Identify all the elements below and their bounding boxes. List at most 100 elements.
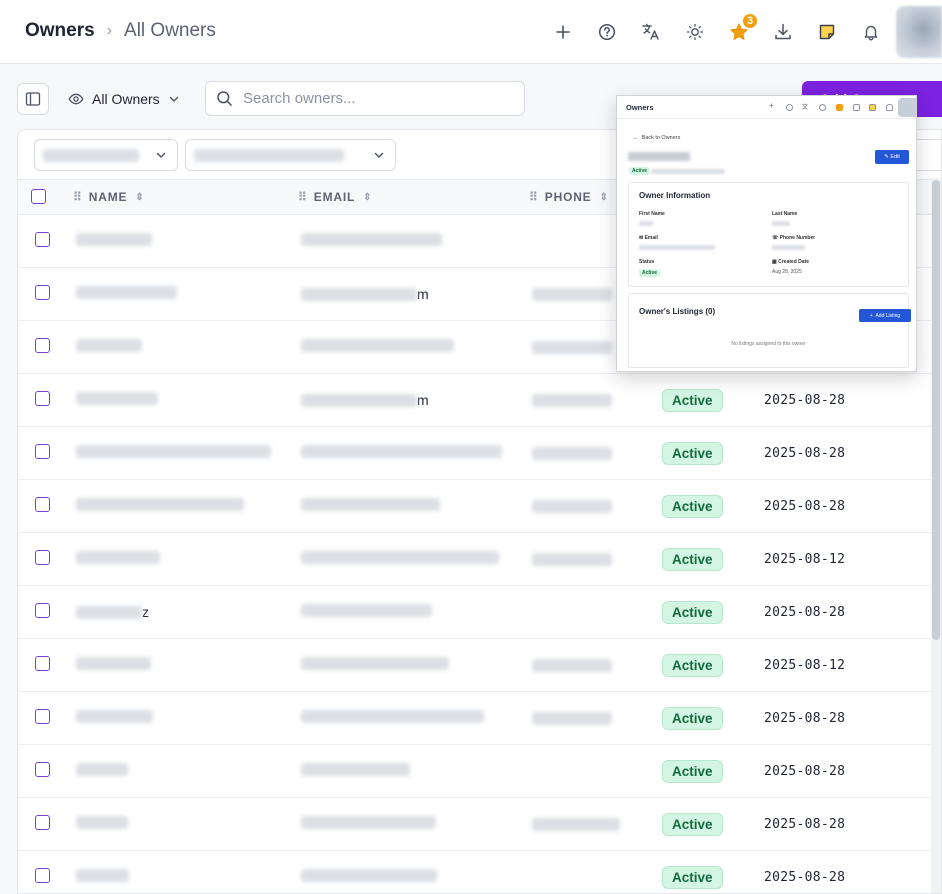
table-row[interactable]: Active 2025-08-12 bbox=[18, 533, 941, 586]
edit-label: Edit bbox=[890, 154, 900, 160]
table-row[interactable]: Active 2025-08-28 bbox=[18, 798, 941, 851]
scrollbar-thumb[interactable] bbox=[932, 180, 940, 640]
name-redacted bbox=[76, 816, 128, 829]
created-date-cell: 2025-08-28 bbox=[764, 446, 846, 461]
table-row[interactable]: Active 2025-08-28 bbox=[18, 427, 941, 480]
column-label: PHONE bbox=[544, 190, 592, 204]
owner-phone-cell bbox=[532, 341, 612, 359]
phone-redacted bbox=[532, 394, 612, 407]
owner-name-cell[interactable] bbox=[76, 869, 129, 882]
owner-name-cell[interactable] bbox=[76, 710, 153, 723]
add-listing-label: Add Listing bbox=[875, 312, 901, 319]
phone-redacted bbox=[532, 659, 612, 672]
owner-name-cell[interactable] bbox=[76, 286, 177, 299]
owner-name-cell[interactable] bbox=[76, 498, 244, 511]
table-row[interactable]: z Active 2025-08-28 bbox=[18, 586, 941, 639]
filter-dropdown-2[interactable] bbox=[185, 139, 396, 171]
user-avatar[interactable] bbox=[896, 6, 942, 58]
email-redacted bbox=[301, 339, 454, 352]
owner-preview-thumbnail[interactable]: Owners + 文 ← Back to Owners Active ✎ Edi… bbox=[616, 95, 917, 372]
name-redacted bbox=[76, 445, 271, 458]
select-all-checkbox[interactable] bbox=[31, 189, 46, 204]
row-checkbox[interactable] bbox=[35, 285, 50, 300]
row-checkbox[interactable] bbox=[35, 868, 50, 883]
row-checkbox[interactable] bbox=[35, 603, 50, 618]
sort-icon[interactable]: ⇕ bbox=[363, 192, 372, 203]
table-row[interactable]: Active 2025-08-28 bbox=[18, 692, 941, 745]
owner-name-cell[interactable] bbox=[76, 445, 271, 458]
owner-subtitle-redacted bbox=[651, 169, 725, 174]
chevron-down-icon bbox=[374, 152, 384, 158]
view-selector[interactable]: All Owners bbox=[68, 88, 180, 110]
search-icon bbox=[217, 91, 232, 106]
column-header-email[interactable]: ⠿ EMAIL ⇕ bbox=[298, 190, 372, 204]
row-checkbox[interactable] bbox=[35, 338, 50, 353]
row-checkbox[interactable] bbox=[35, 497, 50, 512]
table-row[interactable]: Active 2025-08-28 bbox=[18, 480, 941, 533]
phone-redacted bbox=[532, 553, 612, 566]
created-date-cell: 2025-08-28 bbox=[764, 870, 846, 885]
owner-name-cell[interactable] bbox=[76, 233, 152, 246]
download-icon[interactable] bbox=[771, 20, 795, 44]
created-label-text: Created Date bbox=[778, 259, 809, 265]
email-redacted bbox=[301, 287, 417, 301]
toggle-sidebar-button[interactable] bbox=[17, 83, 49, 115]
created-date-cell: 2025-08-12 bbox=[764, 552, 846, 567]
table-row[interactable]: Active 2025-08-12 bbox=[18, 639, 941, 692]
table-row[interactable]: Active 2025-08-28 bbox=[18, 851, 941, 893]
sun-icon[interactable] bbox=[683, 20, 707, 44]
column-header-phone[interactable]: ⠿ PHONE ⇕ bbox=[529, 190, 609, 204]
view-selector-label: All Owners bbox=[92, 91, 160, 107]
owner-name-cell[interactable] bbox=[76, 392, 158, 405]
phone-value-redacted bbox=[772, 245, 805, 250]
row-checkbox[interactable] bbox=[35, 709, 50, 724]
email-value-redacted bbox=[639, 245, 715, 250]
created-date-cell: 2025-08-28 bbox=[764, 711, 846, 726]
page-title: All Owners bbox=[124, 20, 216, 41]
owner-name-cell[interactable] bbox=[76, 763, 128, 776]
filter-dropdown-1[interactable] bbox=[34, 139, 178, 171]
row-checkbox[interactable] bbox=[35, 232, 50, 247]
column-label: EMAIL bbox=[313, 190, 356, 204]
owner-information-section: Owner Information First Name Last Name ✉… bbox=[628, 182, 909, 287]
row-checkbox[interactable] bbox=[35, 444, 50, 459]
drag-handle-icon[interactable]: ⠿ bbox=[298, 190, 307, 204]
sort-icon[interactable]: ⇕ bbox=[599, 192, 608, 203]
column-header-name[interactable]: ⠿ NAME ⇕ bbox=[73, 190, 145, 204]
help-icon bbox=[786, 104, 793, 111]
table-row[interactable]: Active 2025-08-28 bbox=[18, 745, 941, 798]
plus-icon[interactable] bbox=[551, 20, 575, 44]
email-redacted bbox=[301, 763, 410, 776]
owner-email-cell bbox=[301, 445, 502, 458]
row-checkbox[interactable] bbox=[35, 762, 50, 777]
sort-icon[interactable]: ⇕ bbox=[135, 192, 144, 203]
back-label: Back to Owners bbox=[641, 135, 681, 141]
owner-name-cell[interactable] bbox=[76, 657, 151, 670]
table-row[interactable]: m Active 2025-08-28 bbox=[18, 374, 941, 427]
drag-handle-icon[interactable]: ⠿ bbox=[73, 190, 82, 204]
owner-name-cell[interactable] bbox=[76, 339, 142, 352]
search-input[interactable] bbox=[243, 90, 503, 107]
breadcrumb-root[interactable]: Owners bbox=[25, 20, 95, 42]
owner-name-cell[interactable] bbox=[76, 551, 160, 564]
email-redacted bbox=[301, 393, 417, 407]
row-checkbox[interactable] bbox=[35, 656, 50, 671]
bell-icon[interactable] bbox=[859, 20, 883, 44]
email-redacted bbox=[301, 604, 432, 617]
row-checkbox[interactable] bbox=[35, 550, 50, 565]
owner-phone-cell bbox=[532, 500, 612, 518]
name-redacted bbox=[76, 392, 158, 405]
add-listing-button: + Add Listing bbox=[859, 309, 911, 322]
owner-phone-cell bbox=[532, 818, 620, 836]
help-icon[interactable] bbox=[595, 20, 619, 44]
owner-name-cell[interactable] bbox=[76, 816, 128, 829]
star-icon bbox=[836, 104, 843, 111]
owner-email-cell bbox=[301, 604, 432, 617]
owner-name-cell[interactable]: z bbox=[76, 604, 149, 620]
drag-handle-icon[interactable]: ⠿ bbox=[529, 190, 538, 204]
row-checkbox[interactable] bbox=[35, 391, 50, 406]
row-checkbox[interactable] bbox=[35, 815, 50, 830]
sticky-note-icon[interactable] bbox=[815, 20, 839, 44]
owner-phone-cell bbox=[532, 553, 612, 571]
translate-icon[interactable] bbox=[639, 20, 663, 44]
